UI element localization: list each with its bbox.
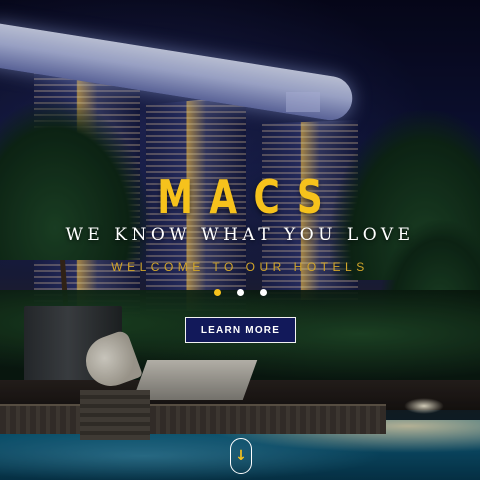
hero-tagline: WE KNOW WHAT YOU LOVE	[65, 225, 415, 245]
hero-section: MACS WE KNOW WHAT YOU LOVE WELCOME TO OU…	[0, 0, 480, 480]
slider-pagination	[0, 289, 480, 296]
slider-dot[interactable]	[259, 289, 267, 296]
scroll-down-button[interactable]: ↓	[230, 438, 252, 474]
slider-dot[interactable]	[236, 289, 244, 296]
slider-dot[interactable]	[213, 289, 221, 296]
welcome-subtitle: WELCOME TO OUR HOTELS	[111, 260, 369, 274]
arrow-down-icon: ↓	[235, 448, 247, 464]
brand-title: MACS	[157, 170, 340, 224]
learn-more-button[interactable]: LEARN MORE	[185, 317, 296, 343]
